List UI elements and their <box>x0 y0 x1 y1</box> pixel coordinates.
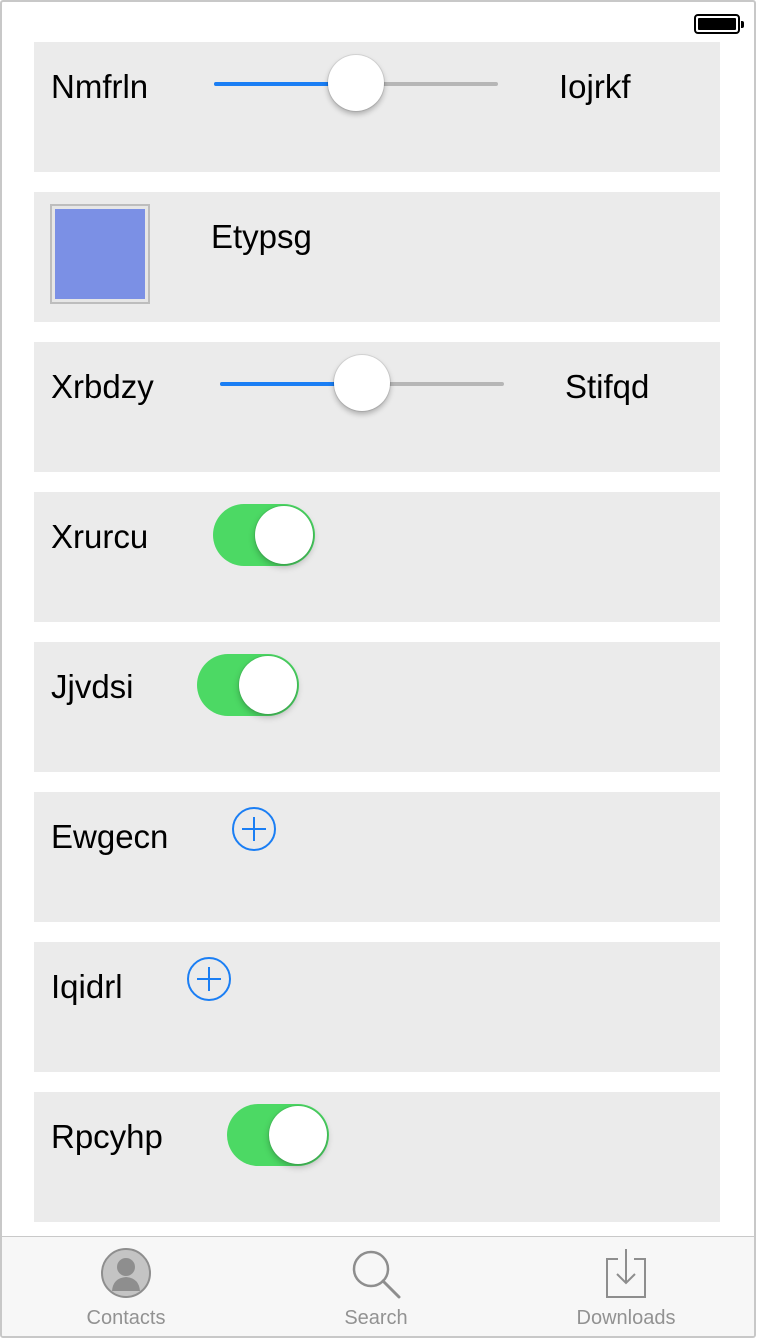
row-toggle-jjvdsi: Jjvdsi <box>34 642 720 772</box>
slider-thumb[interactable] <box>328 55 384 111</box>
color-swatch-button[interactable] <box>50 204 150 304</box>
row-slider-nmfrln: Nmfrln Iojrkf <box>34 42 720 172</box>
contact-person-icon <box>101 1248 151 1298</box>
slider[interactable] <box>214 55 498 111</box>
plus-circle-icon[interactable] <box>186 956 232 1002</box>
slider-value-label: Iojrkf <box>559 68 631 105</box>
row-label: Nmfrln <box>51 68 149 105</box>
tab-label: Downloads <box>576 1307 676 1329</box>
row-label: Jjvdsi <box>51 668 134 705</box>
download-tray-icon <box>606 1249 646 1298</box>
row-label: Xrurcu <box>51 518 149 555</box>
toggle-knob <box>255 506 313 564</box>
color-swatch <box>55 209 145 299</box>
row-label: Etypsg <box>211 218 312 255</box>
tab-label: Search <box>344 1307 408 1329</box>
tab-downloads[interactable]: Downloads <box>526 1245 726 1335</box>
row-label: Iqidrl <box>51 968 123 1005</box>
app-frame: Nmfrln Iojrkf Etypsg Xrbdzy Stifqd Xrurc… <box>0 0 756 1338</box>
plus-circle-icon[interactable] <box>231 806 277 852</box>
battery-icon <box>694 14 744 34</box>
toggle-knob <box>269 1106 327 1164</box>
toggle-switch[interactable] <box>227 1104 329 1166</box>
magnifier-icon <box>352 1250 401 1299</box>
row-label: Ewgecn <box>51 818 169 855</box>
tab-search[interactable]: Search <box>276 1245 476 1335</box>
tab-label: Contacts <box>86 1307 166 1329</box>
toggle-knob <box>239 656 297 714</box>
row-toggle-xrurcu: Xrurcu <box>34 492 720 622</box>
slider[interactable] <box>220 355 504 411</box>
row-color-etypsg: Etypsg <box>34 192 720 322</box>
tab-bar: Contacts Search Downloads <box>2 1236 754 1336</box>
row-add-ewgecn: Ewgecn <box>34 792 720 922</box>
row-toggle-rpcyhp: Rpcyhp <box>34 1092 720 1222</box>
row-slider-xrbdzy: Xrbdzy Stifqd <box>34 342 720 472</box>
row-label: Rpcyhp <box>51 1118 163 1155</box>
row-add-iqidrl: Iqidrl <box>34 942 720 1072</box>
toggle-switch[interactable] <box>197 654 299 716</box>
tab-contacts[interactable]: Contacts <box>26 1245 226 1335</box>
slider-value-label: Stifqd <box>565 368 650 405</box>
row-label: Xrbdzy <box>51 368 154 405</box>
toggle-switch[interactable] <box>213 504 315 566</box>
slider-thumb[interactable] <box>334 355 390 411</box>
